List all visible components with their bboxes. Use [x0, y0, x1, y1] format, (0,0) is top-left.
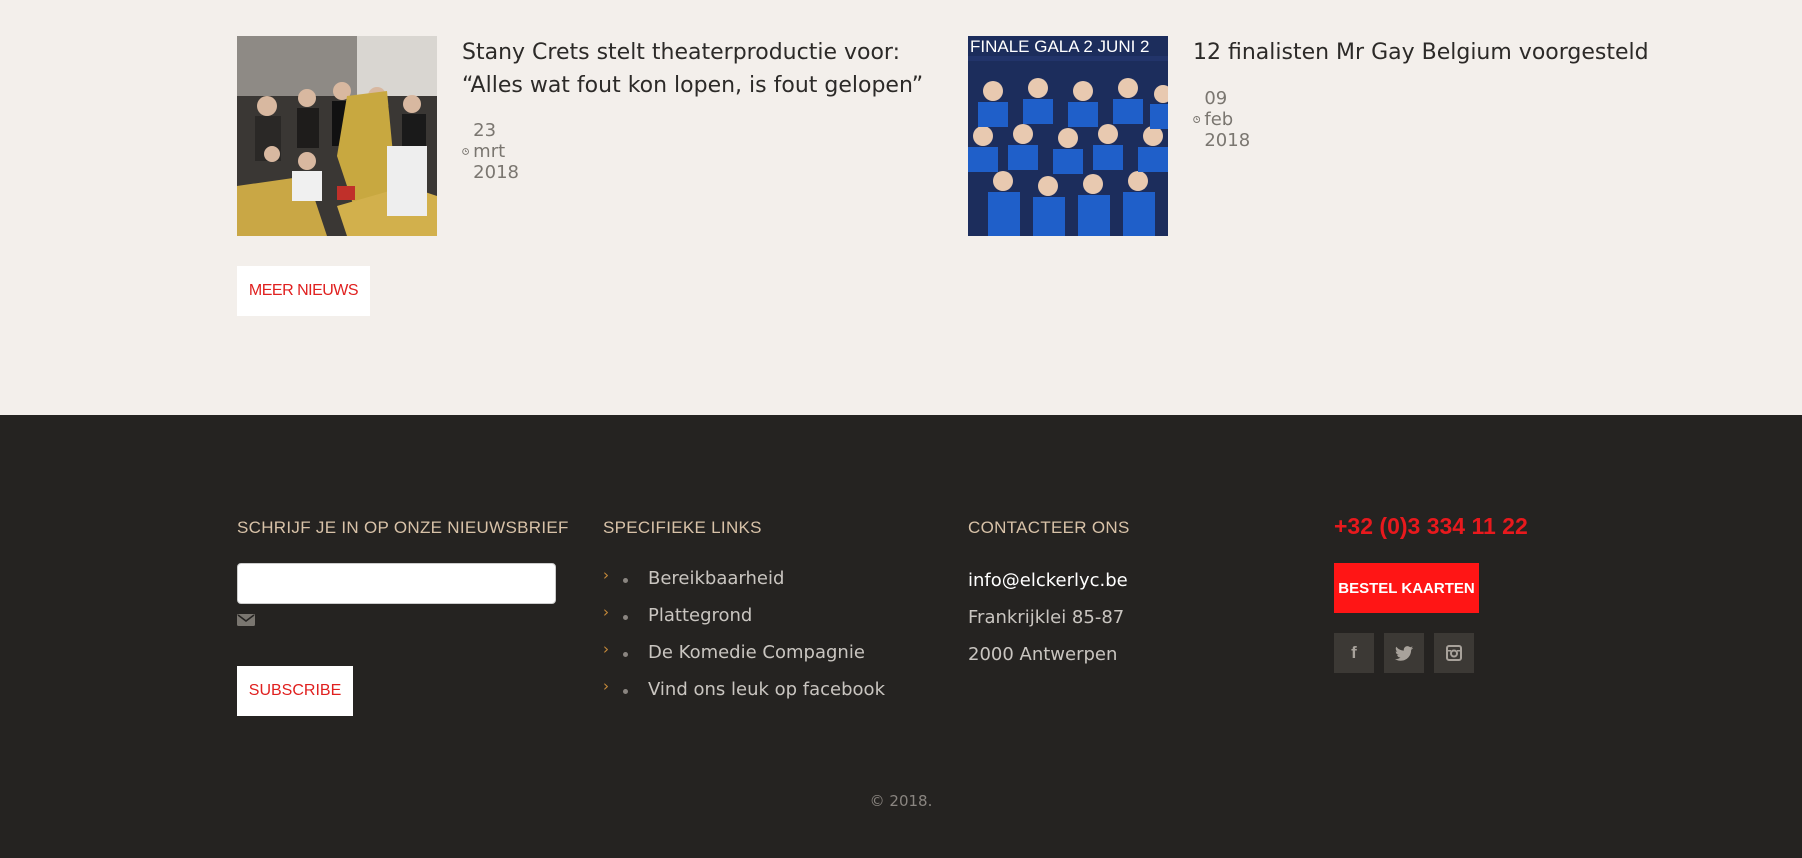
instagram-icon[interactable]	[1434, 633, 1474, 673]
link-komedie-compagnie[interactable]: De Komedie Compagnie	[648, 642, 865, 663]
contact-heading: CONTACTEER ONS	[968, 518, 1130, 537]
twitter-icon[interactable]	[1384, 633, 1424, 673]
link-facebook[interactable]: Vind ons leuk op facebook	[648, 679, 885, 700]
contact-city: 2000 Antwerpen	[968, 644, 1118, 665]
news-title[interactable]: 12 finalisten Mr Gay Belgium voorgesteld	[1193, 36, 1663, 69]
news-date: 09 feb 2018	[1193, 88, 1258, 151]
bullet-icon	[623, 689, 628, 694]
bestel-kaarten-button[interactable]: BESTEL KAARTEN	[1334, 563, 1479, 613]
facebook-icon[interactable]: f	[1334, 633, 1374, 673]
clock-icon	[462, 148, 469, 155]
bullet-icon	[623, 615, 628, 620]
chevron-right-icon: ›	[603, 566, 609, 584]
subscribe-button[interactable]: SUBSCRIBE	[237, 666, 353, 716]
links-heading: SPECIFIEKE LINKS	[603, 518, 762, 537]
chevron-right-icon: ›	[603, 640, 609, 658]
bullet-icon	[623, 652, 628, 657]
links-column: SPECIFIEKE LINKS › Bereikbaarheid › Plat…	[603, 518, 885, 700]
newsletter-heading: SCHRIJF JE IN OP ONZE NIEUWSBRIEF	[237, 518, 569, 537]
news-date-text: 09 feb 2018	[1204, 88, 1251, 151]
footer: SCHRIJF JE IN OP ONZE NIEUWSBRIEF SUBSCR…	[0, 415, 1802, 858]
bullet-icon	[623, 578, 628, 583]
newsletter-column: SCHRIJF JE IN OP ONZE NIEUWSBRIEF SUBSCR…	[237, 518, 569, 716]
news-thumbnail[interactable]	[237, 36, 437, 236]
contact-email-link[interactable]: info@elckerlyc.be	[968, 562, 1288, 599]
chevron-right-icon: ›	[603, 677, 609, 695]
news-title[interactable]: Stany Crets stelt theaterproductie voor:…	[462, 36, 932, 102]
list-item[interactable]: › Vind ons leuk op facebook	[603, 673, 923, 710]
list-item[interactable]: › Bereikbaarheid	[603, 562, 923, 599]
news-section: Stany Crets stelt theaterproductie voor:…	[0, 0, 1802, 415]
poster-text: FINALE GALA 2 JUNI 2	[970, 37, 1150, 56]
chevron-right-icon: ›	[603, 603, 609, 621]
list-item[interactable]: › Plattegrond	[603, 599, 923, 636]
list-item[interactable]: › De Komedie Compagnie	[603, 636, 923, 673]
contact-street: Frankrijklei 85-87	[968, 607, 1125, 628]
news-date-text: 23 mrt 2018	[473, 120, 519, 183]
link-plattegrond[interactable]: Plattegrond	[648, 605, 752, 626]
links-list: › Bereikbaarheid › Plattegrond › De Kome…	[603, 562, 923, 710]
contact-details: info@elckerlyc.be Frankrijklei 85-87 200…	[968, 562, 1288, 673]
news-thumbnail[interactable]: FINALE GALA 2 JUNI 2	[968, 36, 1168, 236]
copyright: © 2018.	[869, 792, 933, 810]
phone-number[interactable]: +32 (0)3 334 11 22	[1334, 513, 1528, 540]
envelope-icon	[237, 614, 255, 626]
news-date: 23 mrt 2018	[462, 120, 527, 183]
link-bereikbaarheid[interactable]: Bereikbaarheid	[648, 568, 784, 589]
newsletter-email-input[interactable]	[237, 563, 556, 604]
contact-column: CONTACTEER ONS info@elckerlyc.be Frankri…	[968, 518, 1130, 665]
clock-icon	[1193, 116, 1201, 123]
meer-nieuws-button[interactable]: MEER NIEUWS	[237, 266, 370, 316]
